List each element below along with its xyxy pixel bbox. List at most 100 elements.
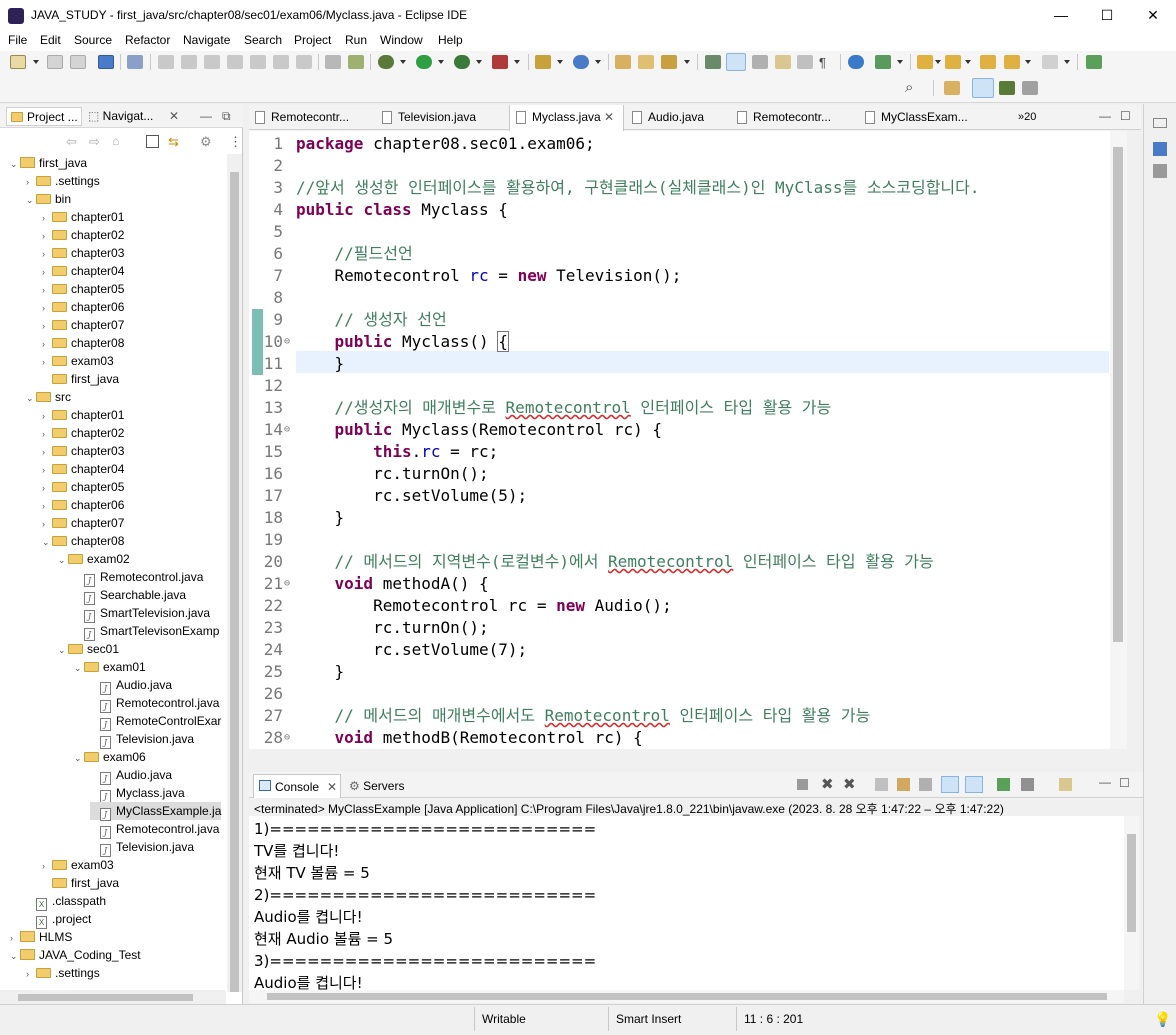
tree-item[interactable]: ⌄ first_java xyxy=(10,154,87,172)
view-menu-icon[interactable]: ⋮ xyxy=(229,134,242,150)
next-annotation-dropdown-icon[interactable] xyxy=(935,60,941,64)
search-icon[interactable]: ⌕ xyxy=(905,80,921,95)
tree-item[interactable]: › chapter03 xyxy=(42,442,124,460)
pin-editor-icon[interactable] xyxy=(1086,55,1102,69)
word-wrap-icon[interactable] xyxy=(775,55,791,69)
tree-item[interactable]: first_java xyxy=(42,370,119,388)
open-console-icon[interactable] xyxy=(1059,778,1072,791)
resume-icon[interactable] xyxy=(158,55,174,69)
tree-item[interactable]: › exam03 xyxy=(42,352,114,370)
maximize-panel-icon[interactable]: ⧉ xyxy=(222,109,231,124)
back-nav-icon[interactable]: ⇦ xyxy=(66,134,77,150)
link-with-editor-icon[interactable]: ⇆ xyxy=(168,134,179,150)
chevron-right-icon[interactable]: › xyxy=(42,353,52,371)
chevron-right-icon[interactable]: › xyxy=(42,317,52,335)
java-ee-perspective-icon[interactable] xyxy=(1022,81,1038,95)
menu-run[interactable]: Run xyxy=(345,33,367,47)
tree-item[interactable]: › chapter07 xyxy=(42,316,124,334)
save-icon[interactable] xyxy=(47,55,63,69)
tree-item[interactable]: first_java xyxy=(42,874,119,892)
debug-dropdown-icon[interactable] xyxy=(400,60,406,64)
tree-item[interactable]: J Remotecontrol.java xyxy=(90,820,219,839)
step-into-icon[interactable] xyxy=(250,55,266,69)
web-browser-icon[interactable] xyxy=(848,55,864,69)
tree-item[interactable]: J Audio.java xyxy=(90,676,172,695)
chevron-down-icon[interactable]: ⌄ xyxy=(74,749,84,767)
menu-help[interactable]: Help xyxy=(438,33,463,47)
chevron-right-icon[interactable]: › xyxy=(42,281,52,299)
word-wrap-console-icon[interactable] xyxy=(919,778,932,791)
menu-project[interactable]: Project xyxy=(294,33,331,47)
tree-item[interactable]: ⌄ exam06 xyxy=(74,748,146,766)
console-vertical-scrollbar[interactable] xyxy=(1124,816,1139,990)
step-over-icon[interactable] xyxy=(273,55,289,69)
menu-source[interactable]: Source xyxy=(74,33,112,47)
new-icon[interactable] xyxy=(10,55,26,69)
tree-item[interactable]: › chapter05 xyxy=(42,478,124,496)
code-editor[interactable]: 1 package chapter08.sec01.exam06; 2 3//앞서 생… xyxy=(249,131,1127,749)
mark-occurrences-icon[interactable] xyxy=(726,53,746,71)
tree-item[interactable]: › chapter01 xyxy=(42,406,124,424)
restore-view-icon[interactable] xyxy=(1153,118,1167,128)
show-whitespace-icon[interactable]: ¶ xyxy=(819,55,835,70)
tab-console-close-icon[interactable]: ✕ xyxy=(327,780,337,794)
server-dropdown-icon[interactable] xyxy=(897,60,903,64)
clear-console-icon[interactable] xyxy=(875,778,888,791)
tip-icon[interactable]: 💡 xyxy=(1154,1011,1171,1028)
tree-item[interactable]: › chapter05 xyxy=(42,280,124,298)
run-dropdown-icon[interactable] xyxy=(438,60,444,64)
tree-item[interactable]: J Remotecontrol.java xyxy=(90,694,219,713)
forward-icon[interactable] xyxy=(1042,55,1058,69)
editor-tab[interactable]: Television.java xyxy=(376,105,507,130)
coverage-dropdown-icon[interactable] xyxy=(476,60,482,64)
chevron-right-icon[interactable]: › xyxy=(26,965,36,983)
tree-item[interactable]: ⌄ exam01 xyxy=(74,658,146,676)
tree-item[interactable]: › HLMS xyxy=(10,928,72,946)
show-source-icon[interactable] xyxy=(797,55,813,69)
tree-item[interactable]: › .settings xyxy=(26,964,100,982)
open-type-icon[interactable] xyxy=(615,55,631,69)
pin-console-icon[interactable] xyxy=(997,778,1010,791)
new-class-dropdown-icon[interactable] xyxy=(595,60,601,64)
fold-toggle-icon[interactable]: ⊖ xyxy=(284,573,290,595)
close-button[interactable]: ✕ xyxy=(1130,0,1176,31)
java-perspective-icon[interactable] xyxy=(972,78,994,98)
last-edit-location-icon[interactable] xyxy=(980,55,996,69)
tab-navigator[interactable]: ⬚ Navigat... xyxy=(88,109,153,123)
search-tools-icon[interactable] xyxy=(661,55,677,69)
terminal-icon[interactable] xyxy=(98,55,114,69)
chevron-right-icon[interactable]: › xyxy=(42,227,52,245)
tree-item[interactable]: › exam03 xyxy=(42,856,114,874)
minimize-panel-icon[interactable]: — xyxy=(200,109,212,123)
tree-item[interactable]: › chapter02 xyxy=(42,226,124,244)
tree-item[interactable]: › chapter06 xyxy=(42,298,124,316)
run-icon[interactable] xyxy=(416,55,432,69)
tree-item[interactable]: J MyClassExample.ja xyxy=(90,802,222,821)
display-console-icon[interactable] xyxy=(1021,778,1034,791)
chevron-down-icon[interactable]: ⌄ xyxy=(58,641,68,659)
maximize-console-icon[interactable]: ☐ xyxy=(1119,776,1130,790)
next-annotation-icon[interactable] xyxy=(917,55,933,69)
chevron-right-icon[interactable]: › xyxy=(42,425,52,443)
chevron-right-icon[interactable]: › xyxy=(42,515,52,533)
status-insert-mode[interactable]: Smart Insert xyxy=(616,1012,681,1026)
scroll-lock-icon[interactable] xyxy=(897,778,910,791)
minimize-console-icon[interactable]: — xyxy=(1099,775,1111,789)
coverage-run-icon[interactable] xyxy=(454,55,470,69)
search-dropdown-icon[interactable] xyxy=(684,60,690,64)
chevron-right-icon[interactable]: › xyxy=(42,443,52,461)
editor-overflow-tabs[interactable]: »20 xyxy=(1018,111,1036,123)
tree-item[interactable]: J Remotecontrol.java xyxy=(74,568,203,587)
chevron-right-icon[interactable]: › xyxy=(42,857,52,875)
console-output[interactable]: 1)========================== TV를 켭니다! 현재 T… xyxy=(249,816,1127,990)
chevron-right-icon[interactable]: › xyxy=(26,173,36,191)
chevron-right-icon[interactable]: › xyxy=(42,245,52,263)
toggle-annotation-icon[interactable] xyxy=(705,55,721,69)
chevron-right-icon[interactable]: › xyxy=(42,209,52,227)
skip-breakpoints-icon[interactable] xyxy=(127,55,143,69)
external-tools-icon[interactable] xyxy=(492,55,508,69)
show-on-stderr-icon[interactable] xyxy=(965,776,983,793)
tree-item[interactable]: ⌄ chapter08 xyxy=(42,532,124,550)
editor-vertical-scrollbar[interactable] xyxy=(1110,131,1127,749)
tree-item[interactable]: J RemoteControlExar xyxy=(90,712,221,731)
